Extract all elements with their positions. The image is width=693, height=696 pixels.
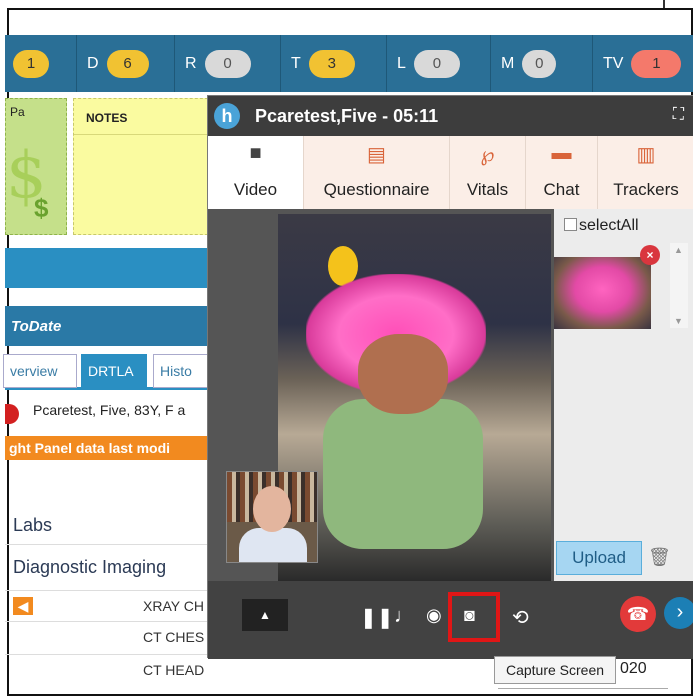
tab-chat[interactable]: ▬ Chat: [526, 136, 598, 209]
remote-video-feed[interactable]: [278, 214, 551, 581]
capture-screen-icon[interactable]: ◙: [464, 605, 475, 626]
counter-label: L: [397, 54, 406, 72]
tab-label: Chat: [543, 180, 580, 199]
counter-label: TV: [603, 54, 624, 72]
table-row[interactable]: CT HEAD: [5, 654, 215, 684]
self-view-video[interactable]: [226, 471, 318, 563]
counter-label: R: [185, 54, 197, 72]
payment-panel[interactable]: Pa $ $: [5, 98, 67, 235]
patient-text: Pcaretest, Five, 83Y, F a: [33, 402, 186, 418]
microphone-icon[interactable]: ♩: [394, 605, 414, 628]
counter-badge: 3: [308, 49, 355, 78]
tab-questionnaire[interactable]: ▤ Questionnaire: [304, 136, 450, 209]
tab-label: Trackers: [613, 180, 679, 199]
table-row[interactable]: CT CHES: [5, 621, 215, 651]
row-date-fragment: 020: [620, 660, 647, 677]
counter-badge: 1: [13, 49, 49, 78]
counter-d[interactable]: D 6: [77, 35, 175, 92]
chart-icon: ▥: [636, 144, 656, 166]
expand-up-button[interactable]: ▲: [242, 599, 288, 631]
tab-video[interactable]: ■ Video: [208, 136, 304, 209]
row-label: CT HEAD: [143, 662, 205, 678]
tab-label: Video: [233, 180, 278, 199]
counter-badge: 0: [522, 49, 557, 78]
capture-screen-tooltip: Capture Screen: [494, 656, 616, 684]
counter-badge: 0: [204, 49, 251, 78]
alert-dot-icon: [5, 404, 19, 424]
table-row[interactable]: ◀ XRAY CH: [5, 590, 215, 620]
videocam-icon: ■: [249, 142, 262, 164]
remove-snapshot-icon[interactable]: ×: [640, 245, 660, 265]
hang-up-button[interactable]: ☎: [620, 596, 656, 632]
counter-label: M: [501, 54, 515, 72]
row-label: CT CHES: [143, 629, 205, 645]
record-tabs: verview DRTLA Histo: [3, 352, 215, 390]
video-tabs: ■ Video ▤ Questionnaire ℘ Vitals ▬ Chat …: [208, 136, 693, 209]
select-all-checkbox[interactable]: selectAll: [564, 217, 639, 235]
video-header[interactable]: h Pcaretest,Five - 05:11 ⛶: [208, 96, 693, 136]
tab-drtla[interactable]: DRTLA: [81, 354, 147, 388]
payment-panel-label: Pa: [10, 105, 25, 119]
tab-label: Questionnaire: [323, 180, 430, 199]
dollar-small-icon: $: [34, 193, 49, 223]
back-arrow-icon[interactable]: ◀: [13, 597, 33, 615]
blue-section-bar: [5, 248, 215, 288]
upload-button[interactable]: Upload: [556, 541, 642, 575]
fullscreen-icon[interactable]: ⛶: [673, 106, 684, 124]
notes-panel[interactable]: NOTES: [73, 98, 213, 235]
counter-r[interactable]: R 0: [175, 35, 281, 92]
patient-line: Pcaretest, Five, 83Y, F a: [5, 398, 215, 426]
video-controls: ▲ ❚❚ ♩ ◉ ◙ ⟲ ☎ ›: [208, 581, 693, 659]
video-body: selectAll × ▲ ▼ Upload 🗑: [208, 209, 693, 581]
video-title: Pcaretest,Five - 05:11: [255, 106, 439, 126]
stethoscope-icon: ℘: [480, 144, 495, 166]
counter-badge: 6: [106, 49, 149, 78]
person-shirt: [239, 528, 307, 562]
select-all-label: selectAll: [579, 217, 639, 234]
chevron-right-icon[interactable]: ›: [664, 597, 693, 629]
counters-bar: 1 D 6 R 0 T 3 L 0 M 0 TV 1: [5, 35, 693, 92]
app-logo-icon: h: [214, 103, 240, 129]
counter-tv[interactable]: TV 1: [593, 35, 691, 92]
tab-history[interactable]: Histo: [153, 354, 215, 388]
checkbox-icon[interactable]: [564, 218, 577, 231]
notes-panel-label: NOTES: [86, 111, 128, 125]
chat-icon: ▬: [551, 142, 572, 164]
tab-overview[interactable]: verview: [3, 354, 77, 388]
counter-unnamed[interactable]: 1: [5, 35, 77, 92]
labs-heading[interactable]: Labs: [13, 515, 52, 536]
counter-badge: 0: [413, 49, 460, 78]
top-strip: [0, 0, 693, 8]
diagnostic-imaging-heading[interactable]: Diagnostic Imaging: [13, 557, 166, 578]
row-label: XRAY CH: [143, 598, 204, 614]
video-call-window: h Pcaretest,Five - 05:11 ⛶ ■ Video ▤ Que…: [207, 95, 693, 659]
uptodate-header: ToDate: [5, 306, 215, 346]
divider: [498, 688, 668, 696]
panel-update-banner: ght Panel data last modi: [5, 436, 215, 460]
snapshot-thumbnail[interactable]: [554, 257, 651, 329]
counter-label: D: [87, 54, 99, 72]
thumbnail-scrollbar[interactable]: ▲ ▼: [670, 243, 688, 328]
doll-body: [323, 399, 483, 549]
switch-camera-icon[interactable]: ⟲: [512, 605, 529, 630]
scroll-down-icon[interactable]: ▼: [674, 316, 683, 326]
snapshot-panel: selectAll × ▲ ▼ Upload 🗑: [554, 209, 693, 581]
person-head: [253, 486, 291, 532]
counter-m[interactable]: M 0: [491, 35, 593, 92]
trash-icon[interactable]: 🗑: [648, 547, 671, 568]
tab-vitals[interactable]: ℘ Vitals: [450, 136, 526, 209]
counter-label: T: [291, 54, 301, 72]
counter-badge: 1: [631, 49, 682, 78]
doll-face: [358, 334, 448, 414]
counter-l[interactable]: L 0: [387, 35, 491, 92]
document-icon: ▤: [367, 144, 386, 166]
camera-icon[interactable]: ◉: [426, 605, 442, 626]
scroll-up-icon[interactable]: ▲: [674, 245, 683, 255]
tab-label: Vitals: [466, 180, 509, 199]
tab-trackers[interactable]: ▥ Trackers: [598, 136, 693, 209]
pause-icon[interactable]: ❚❚: [360, 605, 394, 630]
counter-t[interactable]: T 3: [281, 35, 387, 92]
